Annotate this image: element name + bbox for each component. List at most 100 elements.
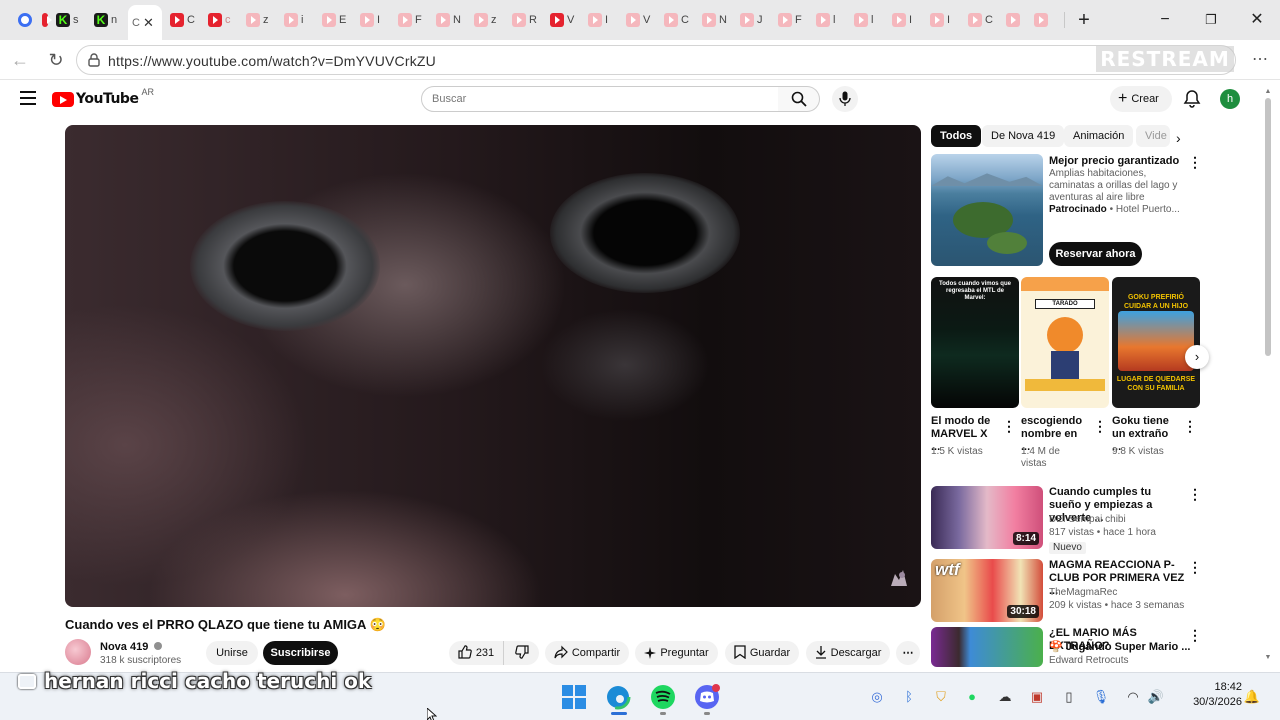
page-scrollbar[interactable]: ▲ ▼ — [1263, 88, 1273, 668]
notification-center-icon[interactable]: 🔔 — [1243, 688, 1261, 706]
back-button[interactable]: ← — [8, 48, 32, 72]
tab-youtube[interactable]: F — [778, 9, 814, 31]
chip-videos[interactable]: Vide — [1136, 125, 1170, 147]
voice-search-button[interactable] — [832, 86, 858, 112]
edge-browser-icon[interactable] — [605, 684, 631, 710]
reload-button[interactable]: ↻ — [44, 48, 68, 72]
short-menu-icon[interactable]: ⋮ — [1183, 418, 1197, 435]
tab-youtube[interactable]: z — [474, 9, 510, 31]
scroll-down-icon[interactable]: ▼ — [1263, 654, 1273, 661]
notifications-bell-icon[interactable] — [1182, 89, 1202, 109]
video-card-menu-icon[interactable]: ⋮ — [1188, 486, 1202, 503]
short-menu-icon[interactable]: ⋮ — [1093, 418, 1107, 435]
tab-youtube[interactable]: V — [626, 9, 662, 31]
video-thumbnail[interactable]: wtf 30:18 — [931, 559, 1043, 622]
chevron-right-icon[interactable]: › — [1176, 130, 1181, 146]
volume-icon[interactable]: 🔊 — [1147, 688, 1165, 706]
tray-shield-icon[interactable]: ⛉ — [932, 688, 950, 706]
chip-animation[interactable]: Animación — [1064, 125, 1134, 147]
create-button[interactable]: + Crear — [1110, 86, 1172, 112]
spotify-icon[interactable] — [650, 684, 676, 710]
video-card-channel[interactable]: DEI Sempai chibi — [1049, 514, 1126, 526]
tray-app-icon[interactable]: ◎ — [868, 688, 886, 706]
tab-youtube[interactable]: i — [284, 9, 320, 31]
cloud-sync-icon[interactable]: ☁ — [996, 688, 1014, 706]
tab-youtube[interactable] — [1006, 9, 1028, 31]
tab-youtube[interactable]: I — [360, 9, 396, 31]
tab-youtube[interactable]: I — [930, 9, 966, 31]
short-menu-icon[interactable]: ⋮ — [1002, 418, 1016, 435]
tab-youtube[interactable] — [1034, 9, 1056, 31]
chip-channel[interactable]: De Nova 419 — [982, 125, 1065, 147]
tab-youtube[interactable]: z — [246, 9, 282, 31]
shorts-next-button[interactable]: › — [1185, 345, 1209, 369]
search-button[interactable] — [778, 86, 820, 112]
video-card-subtitle[interactable]: 🍄 Jugando Super Mario ... — [1049, 641, 1190, 654]
tab-youtube[interactable]: V — [550, 9, 586, 31]
ad-title[interactable]: Mejor precio garantizado — [1049, 155, 1179, 168]
tray-game-icon[interactable]: ▣ — [1028, 688, 1046, 706]
tab-youtube[interactable]: I — [588, 9, 624, 31]
scroll-up-icon[interactable]: ▲ — [1263, 88, 1273, 95]
video-card-menu-icon[interactable]: ⋮ — [1188, 559, 1202, 576]
channel-watermark-icon[interactable] — [887, 566, 911, 590]
video-thumbnail[interactable]: 8:14 — [931, 486, 1043, 549]
new-tab-button[interactable]: + — [1069, 8, 1099, 32]
tab-youtube[interactable]: R — [512, 9, 548, 31]
tab-youtube[interactable]: N — [436, 9, 472, 31]
book-now-button[interactable]: Reservar ahora — [1049, 242, 1142, 266]
video-card-channel[interactable]: Edward Retrocuts — [1049, 655, 1128, 667]
menu-icon[interactable] — [20, 91, 36, 105]
download-button[interactable]: Descargar — [806, 641, 890, 665]
bluetooth-icon[interactable]: ᛒ — [900, 688, 918, 706]
minimize-button[interactable]: − — [1150, 8, 1180, 32]
more-menu-icon[interactable]: ⋯ — [1248, 48, 1272, 72]
short-thumbnail[interactable]: TARADO — [1021, 277, 1109, 408]
save-button[interactable]: Guardar — [725, 641, 799, 665]
scrollbar-thumb[interactable] — [1265, 98, 1271, 356]
tab-active[interactable]: C ✕ — [128, 5, 162, 40]
tab-youtube[interactable]: c — [208, 9, 244, 31]
close-window-button[interactable]: ✕ — [1242, 8, 1272, 32]
tab-youtube[interactable]: C — [170, 9, 206, 31]
youtube-logo[interactable]: YouTube AR — [52, 87, 154, 107]
tab-youtube[interactable]: C — [664, 9, 700, 31]
restore-button[interactable]: ❐ — [1196, 8, 1226, 32]
tab-youtube[interactable]: N — [702, 9, 738, 31]
video-thumbnail[interactable] — [931, 627, 1043, 667]
tab-youtube[interactable]: I — [892, 9, 928, 31]
short-thumbnail[interactable]: Todos cuando vimos que regresaba el MTL … — [931, 277, 1019, 408]
ask-button[interactable]: Preguntar — [635, 641, 718, 665]
tab-kick[interactable]: Ks — [56, 9, 92, 31]
wifi-icon[interactable]: ◠ — [1124, 688, 1142, 706]
tab-generic[interactable] — [18, 9, 36, 31]
tab-youtube[interactable]: J — [740, 9, 776, 31]
system-clock[interactable]: 18:42 30/3/2026 — [1176, 680, 1242, 710]
video-player[interactable] — [65, 125, 921, 607]
tab-youtube[interactable]: C — [968, 9, 1004, 31]
ad-thumbnail[interactable] — [931, 154, 1043, 266]
site-info-icon[interactable] — [87, 53, 101, 67]
close-tab-icon[interactable]: ✕ — [143, 15, 154, 31]
ad-menu-icon[interactable]: ⋮ — [1188, 154, 1202, 171]
channel-name[interactable]: Nova 419 — [100, 641, 163, 653]
join-button[interactable]: Unirse — [206, 641, 258, 665]
tab-youtube[interactable]: F — [398, 9, 434, 31]
discord-icon[interactable] — [694, 684, 720, 710]
channel-avatar[interactable] — [65, 639, 91, 665]
video-card-channel[interactable]: TheMagmaRec — [1049, 587, 1117, 599]
subscribe-button[interactable]: Suscribirse — [263, 641, 338, 665]
tab-kick-2[interactable]: Kn — [94, 9, 130, 31]
chip-all[interactable]: Todos — [931, 125, 982, 147]
address-bar[interactable]: https://www.youtube.com/watch?v=DmYVUVCr… — [76, 45, 1236, 75]
microphone-tray-icon[interactable]: 🎙 — [1092, 688, 1110, 706]
tab-youtube[interactable]: E — [322, 9, 358, 31]
tab-partial[interactable] — [42, 9, 54, 31]
search-input[interactable]: Buscar — [421, 86, 779, 112]
share-button[interactable]: Compartir — [545, 641, 629, 665]
dislike-button[interactable] — [503, 641, 539, 665]
like-button[interactable]: 231 — [449, 641, 503, 665]
spotify-tray-icon[interactable]: ● — [963, 688, 981, 706]
short-thumbnail[interactable]: GOKU PREFIRIÓ CUIDAR A UN HIJO AJENO EN … — [1112, 277, 1200, 408]
windows-start-icon[interactable] — [561, 684, 587, 710]
